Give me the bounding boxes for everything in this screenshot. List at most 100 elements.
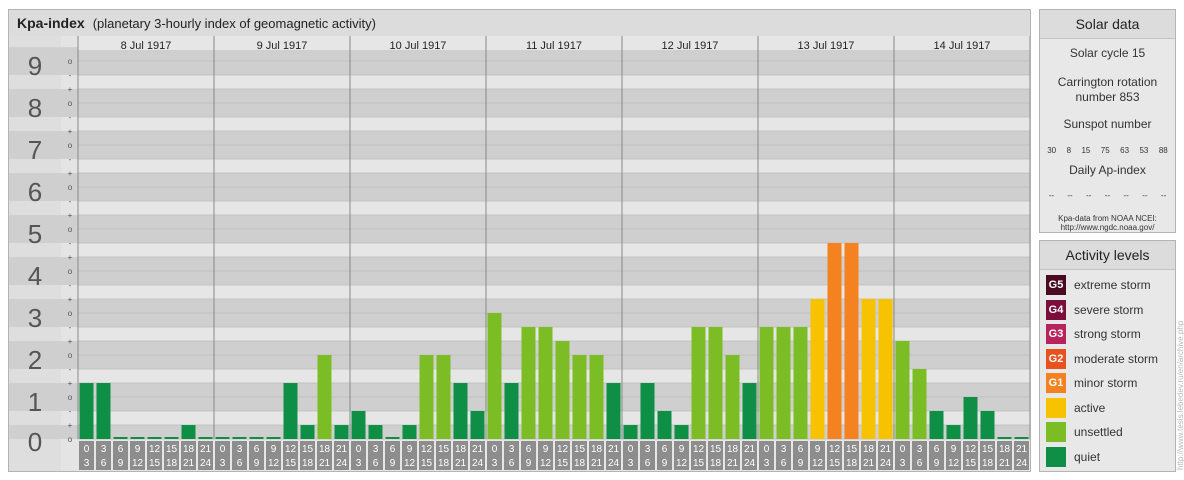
kpa-chart-panel: 0 1 2 3 4 5 6 7 8 9 o + - o + - o + - o + - o + - o + - o + - o + - o + - o 8 … [8, 9, 1031, 472]
solar-data-heading: Solar data [1040, 10, 1175, 39]
interval-start-label: 6 [118, 444, 124, 455]
interval-end-label: 24 [472, 458, 484, 469]
interval-start-label: 18 [863, 444, 875, 455]
y-tick-label: 3 [28, 303, 42, 333]
interval-end-label: 21 [863, 458, 875, 469]
legend-label: moderate storm [1074, 351, 1159, 366]
interval-start-label: 3 [373, 444, 379, 455]
source-line-1: Kpa-data from NOAA NCEI: [1058, 214, 1157, 223]
minor-tick-label: o [68, 141, 73, 150]
interval-start-label: 9 [135, 444, 141, 455]
interval-start-label: 9 [951, 444, 957, 455]
interval-end-label: 9 [254, 458, 260, 469]
kp-bar [368, 425, 383, 439]
day-label: 14 Jul 1917 [934, 40, 991, 52]
kp-bar [997, 437, 1012, 439]
interval-start-label: 21 [608, 444, 620, 455]
sunspot-value: 15 [1081, 146, 1091, 155]
y-tick-label: 4 [28, 261, 42, 291]
minor-tick-label: - [69, 281, 72, 290]
legend-label: quiet [1074, 449, 1101, 464]
kp-bar [198, 437, 213, 439]
interval-end-label: 3 [628, 458, 634, 469]
kp-bar [300, 425, 315, 439]
interval-start-label: 6 [526, 444, 532, 455]
y-tick-label: 8 [28, 93, 42, 123]
minor-tick-label: + [68, 295, 73, 304]
kp-bar [963, 397, 978, 439]
legend-swatch [1046, 446, 1066, 467]
minor-tick-label: + [68, 85, 73, 94]
sunspot-value: 53 [1139, 146, 1149, 155]
interval-start-label: 15 [574, 444, 586, 455]
kp-bar [470, 410, 485, 439]
kp-bar [674, 425, 689, 439]
kp-bar [181, 425, 196, 439]
day-label: 9 Jul 1917 [257, 40, 308, 52]
interval-end-label: 9 [798, 458, 804, 469]
interval-start-label: 12 [693, 444, 705, 455]
interval-end-label: 24 [880, 458, 892, 469]
interval-start-label: 0 [220, 444, 226, 455]
sunspot-value: 63 [1120, 146, 1130, 155]
interval-end-label: 24 [608, 458, 620, 469]
ap-label: Daily Ap-index [1069, 163, 1146, 177]
kp-bar [351, 410, 366, 439]
minor-tick-label: + [68, 211, 73, 220]
interval-start-label: 0 [900, 444, 906, 455]
day-label: 11 Jul 1917 [526, 40, 582, 52]
interval-end-label: 18 [710, 458, 722, 469]
interval-end-label: 6 [509, 458, 515, 469]
y-tick-label: 5 [28, 219, 42, 249]
interval-start-label: 3 [101, 444, 107, 455]
interval-end-label: 3 [764, 458, 770, 469]
chart-subtitle: (planetary 3-hourly index of geomagnetic… [92, 16, 376, 31]
y-tick-label: 1 [28, 387, 42, 417]
legend-item: unsettled [1046, 422, 1123, 442]
interval-start-label: 3 [645, 444, 651, 455]
ap-value: -- [1160, 191, 1167, 200]
kpa-chart: 0123456789o+-o+-o+-o+-o+-o+-o+-o+-o+-o8 … [9, 36, 1030, 471]
kp-bar [504, 383, 519, 439]
interval-start-label: 15 [710, 444, 722, 455]
interval-start-label: 18 [319, 444, 331, 455]
minor-tick-label: + [68, 421, 73, 430]
legend-label: severe storm [1074, 302, 1144, 317]
kp-bar [606, 383, 621, 439]
interval-end-label: 24 [744, 458, 756, 469]
interval-end-label: 9 [526, 458, 532, 469]
level-band [9, 425, 1030, 439]
interval-end-label: 3 [84, 458, 90, 469]
interval-start-label: 3 [781, 444, 787, 455]
kp-bar [844, 242, 859, 439]
legend-label: extreme storm [1074, 278, 1151, 292]
interval-start-label: 18 [455, 444, 467, 455]
kp-bar [521, 326, 536, 439]
solar-data-panel: Solar data Solar cycle 15 Carrington rot… [1039, 9, 1176, 233]
minor-tick-label: o [68, 393, 73, 402]
minor-tick-label: - [69, 197, 72, 206]
interval-end-label: 9 [390, 458, 396, 469]
sunspot-value: 30 [1047, 146, 1057, 155]
interval-end-label: 9 [662, 458, 668, 469]
interval-end-label: 15 [421, 458, 433, 469]
kp-bar [436, 355, 451, 439]
interval-start-label: 15 [302, 444, 314, 455]
y-tick-label: 9 [28, 51, 42, 81]
kp-bar [147, 437, 162, 439]
kp-bar [215, 437, 230, 439]
y-tick-label: 6 [28, 177, 42, 207]
activity-levels-heading: Activity levels [1040, 241, 1175, 270]
kp-bar [657, 410, 672, 439]
interval-start-label: 18 [999, 444, 1011, 455]
ap-value: -- [1123, 191, 1129, 200]
kp-bar [623, 425, 638, 439]
ap-value: -- [1104, 191, 1111, 200]
kp-bar [130, 437, 145, 439]
interval-start-label: 15 [846, 444, 858, 455]
activity-legend: G5 extreme storm G4 severe storm G3 strong st… [1040, 270, 1175, 471]
kp-bar [113, 437, 128, 439]
ap-values: -- -- -- -- -- -- -- [1040, 191, 1175, 200]
interval-end-label: 18 [438, 458, 450, 469]
interval-end-label: 21 [999, 458, 1011, 469]
